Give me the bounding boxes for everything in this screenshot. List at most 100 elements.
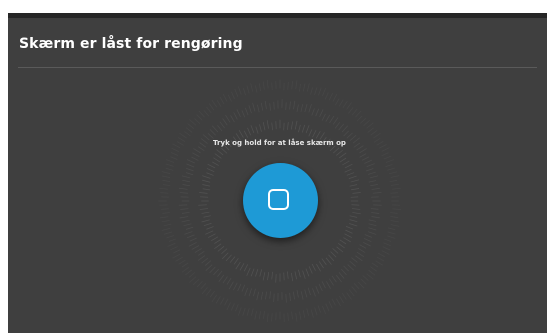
dial-tick	[324, 92, 329, 100]
dial-tick	[186, 163, 195, 168]
dial-tick	[200, 283, 207, 290]
dial-tick	[248, 288, 252, 297]
dial-tick	[219, 96, 225, 105]
dial-tick	[230, 303, 235, 311]
dial-tick	[162, 184, 171, 186]
dial-tick	[368, 180, 377, 183]
dial-tick	[368, 269, 376, 276]
unlock-button[interactable]	[243, 163, 318, 238]
dial-tick	[370, 184, 379, 187]
dial-tick	[381, 147, 390, 152]
dial-tick	[383, 242, 391, 247]
dial-tick	[161, 171, 171, 174]
dial-tick	[183, 223, 192, 227]
dial-tick	[160, 208, 169, 210]
dial-tick	[345, 229, 353, 234]
dial-tick	[266, 313, 269, 323]
dial-tick	[390, 224, 400, 227]
dial-tick	[359, 153, 367, 158]
dial-tick	[214, 153, 222, 159]
dial-tick	[194, 248, 202, 253]
dial-tick	[302, 270, 306, 279]
dial-tick	[167, 242, 176, 247]
dial-tick	[363, 238, 372, 242]
dial-tick	[175, 256, 183, 262]
dial-tick	[385, 159, 395, 163]
dial-tick	[302, 83, 306, 92]
top-bar	[8, 13, 547, 18]
dial-tick	[186, 159, 196, 164]
dial-tick	[188, 272, 196, 278]
dial-tick	[385, 164, 393, 168]
dial-tick	[201, 287, 208, 295]
dial-tick	[293, 291, 295, 300]
dial-tick	[368, 223, 377, 227]
dial-tick	[322, 87, 326, 97]
dial-tick	[203, 110, 210, 117]
dial-tick	[287, 121, 289, 130]
dial-tick	[371, 212, 380, 214]
dial-tick	[179, 132, 187, 139]
dial-tick	[184, 231, 193, 235]
dial-tick	[300, 104, 304, 112]
dial-tick	[315, 286, 320, 294]
dial-tick	[209, 266, 216, 274]
dial-tick	[318, 87, 322, 96]
dial-tick	[375, 260, 383, 266]
dial-tick	[353, 142, 361, 148]
dial-tick	[336, 275, 342, 283]
dial-tick	[189, 237, 197, 242]
dial-tick	[216, 149, 224, 156]
dial-tick	[341, 292, 347, 300]
dial-tick	[165, 167, 174, 171]
dial-tick	[311, 108, 315, 116]
dial-tick	[371, 216, 380, 219]
dial-tick	[209, 290, 215, 298]
dial-tick	[298, 83, 301, 92]
dial-tick	[191, 156, 199, 161]
dial-tick	[178, 137, 186, 142]
dial-tick	[300, 291, 304, 300]
dial-tick	[182, 184, 191, 187]
dial-tick	[226, 277, 232, 285]
page-title: Skærm er låst for rengøring	[19, 36, 243, 52]
dial-tick	[203, 222, 212, 227]
dial-tick	[188, 242, 197, 247]
dial-tick	[196, 114, 203, 121]
dial-tick	[341, 268, 347, 276]
dial-tick	[326, 281, 331, 289]
dial-tick	[271, 271, 273, 280]
dial-tick	[207, 163, 216, 169]
dial-tick	[241, 110, 246, 118]
dial-tick	[237, 283, 242, 292]
dial-tick	[217, 270, 223, 277]
dial-tick	[293, 100, 296, 110]
dial-tick	[366, 168, 374, 172]
dial-tick	[376, 256, 385, 262]
dial-tick	[271, 82, 273, 91]
dial-tick	[179, 216, 189, 219]
dial-tick	[196, 281, 203, 288]
dial-tick	[172, 143, 181, 149]
dial-tick	[390, 216, 399, 218]
dial-tick	[211, 294, 217, 303]
dial-tick	[392, 187, 401, 190]
dial-tick	[366, 163, 375, 168]
dial-tick	[363, 120, 370, 127]
dial-tick	[171, 147, 180, 153]
dial-tick	[222, 118, 228, 126]
dial-tick	[378, 252, 386, 258]
dial-tick	[221, 148, 228, 154]
dial-tick	[306, 308, 309, 316]
dial-tick	[197, 255, 206, 261]
dial-tick	[260, 102, 264, 111]
dial-tick	[387, 235, 396, 239]
dial-tick	[347, 264, 355, 271]
dial-tick	[305, 125, 310, 134]
dial-tick	[366, 122, 374, 129]
dial-tick	[186, 167, 194, 172]
dial-tick	[199, 208, 209, 210]
dial-tick	[271, 313, 273, 322]
dial-tick	[162, 179, 171, 182]
dial-tick	[247, 127, 252, 136]
